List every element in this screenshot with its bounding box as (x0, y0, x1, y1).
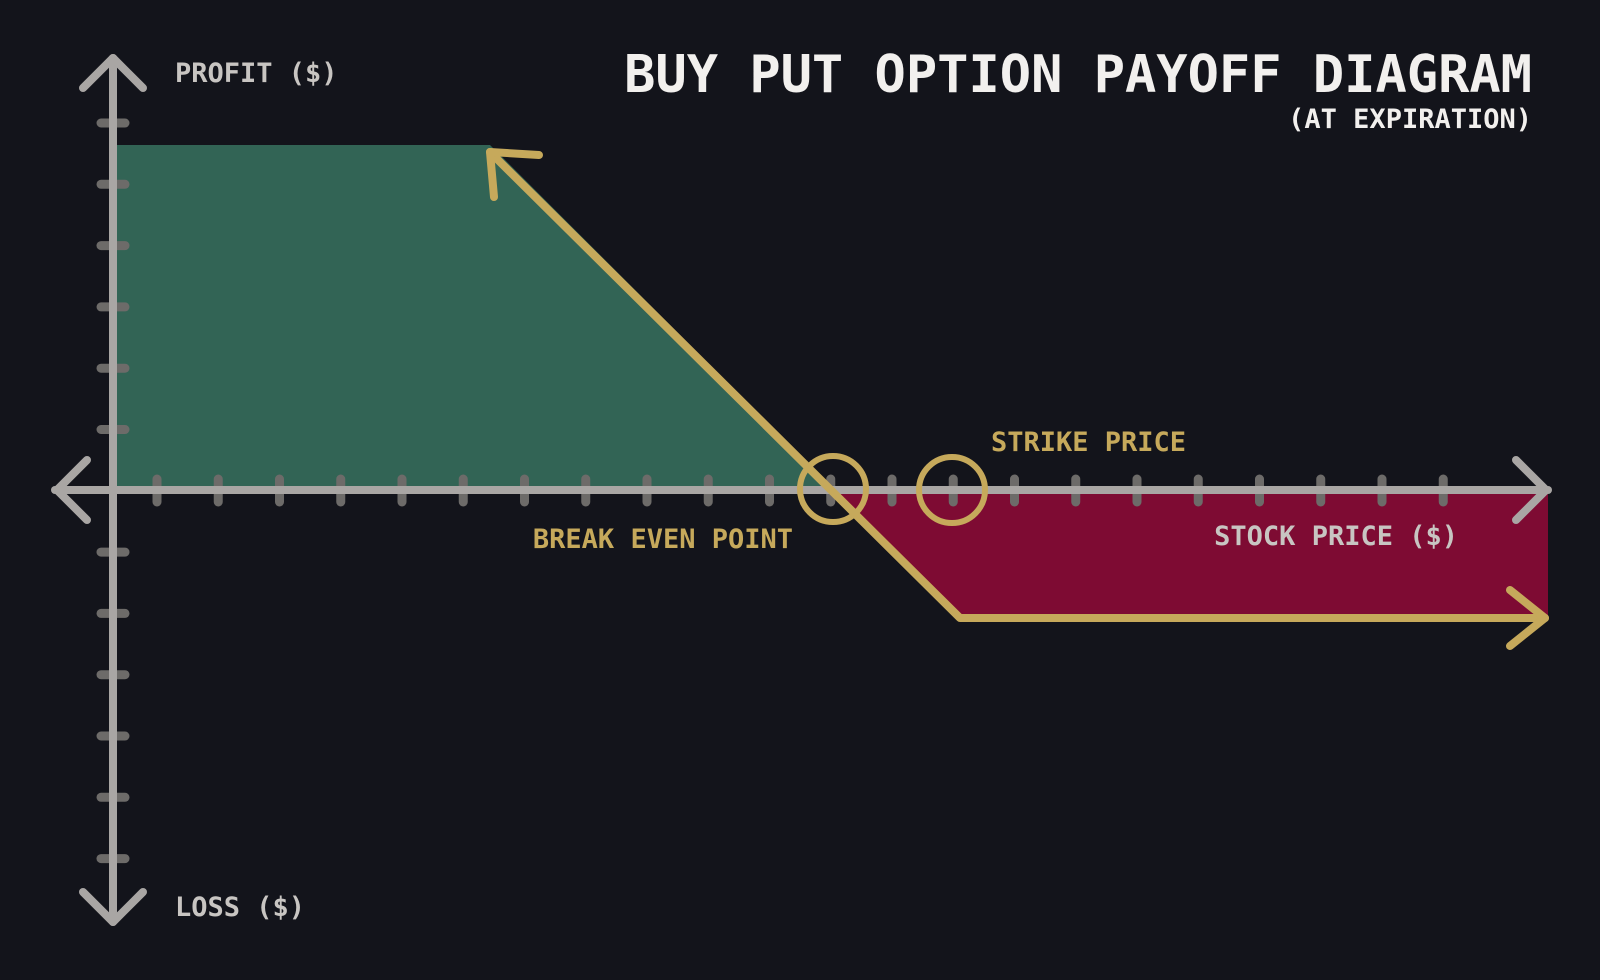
y-axis-loss-label: LOSS ($) (175, 892, 305, 923)
payoff-diagram: BUY PUT OPTION PAYOFF DIAGRAM (AT EXPIRA… (51, 45, 1552, 926)
y-axis-profit-label: PROFIT ($) (175, 58, 338, 89)
break-even-label: BREAK EVEN POINT (533, 524, 793, 555)
diagram-subtitle: (AT EXPIRATION) (1288, 104, 1532, 135)
strike-price-label: STRIKE PRICE (991, 427, 1186, 458)
diagram-title: BUY PUT OPTION PAYOFF DIAGRAM (624, 45, 1532, 105)
profit-region (113, 145, 835, 490)
x-axis-stock-price-label: STOCK PRICE ($) (1214, 521, 1458, 552)
